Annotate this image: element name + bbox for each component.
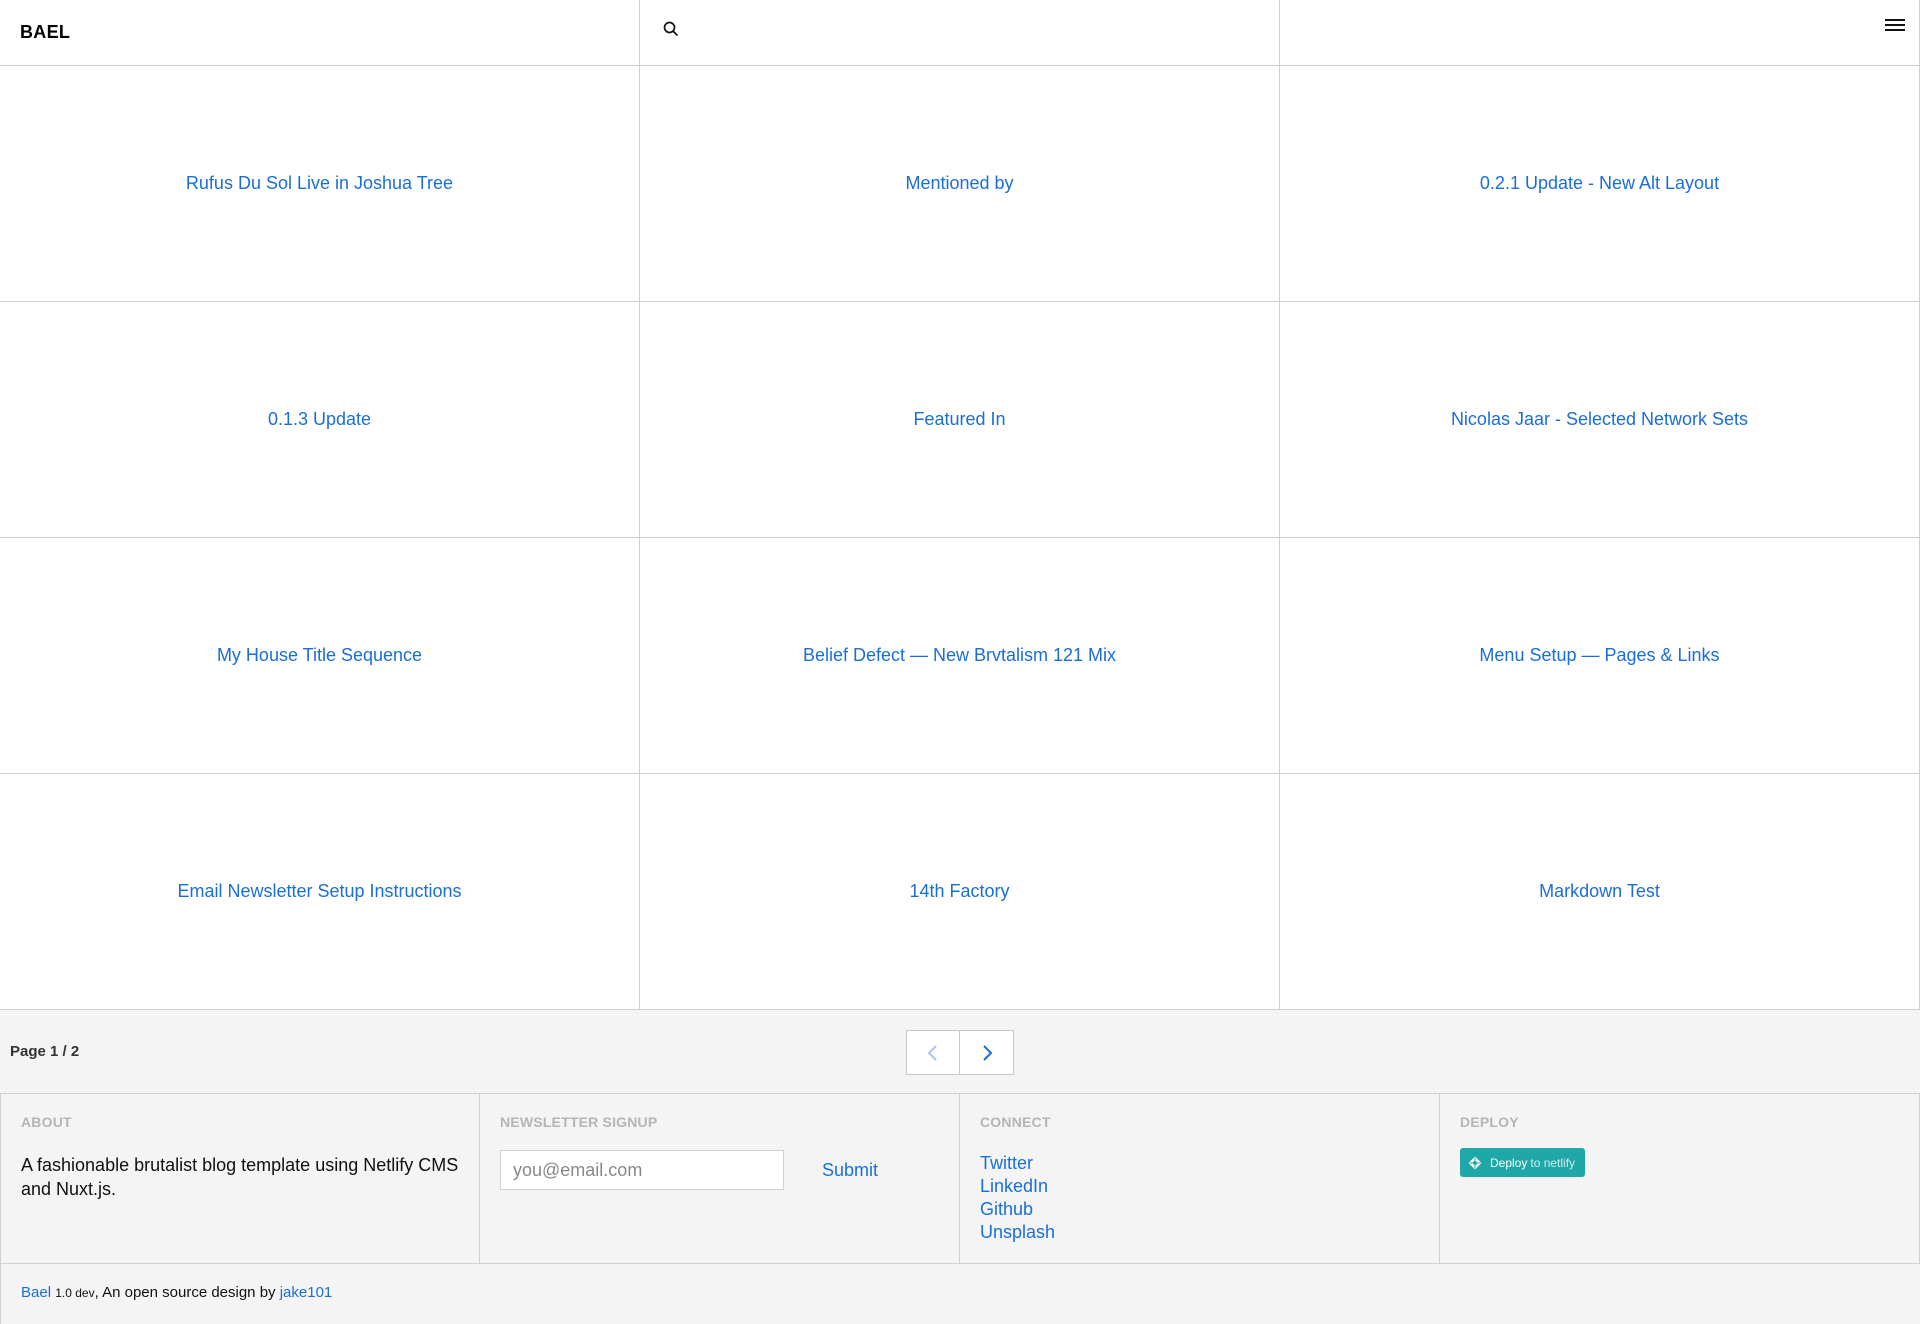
search-icon[interactable] xyxy=(662,20,680,38)
post-tile[interactable]: Markdown Test xyxy=(1280,774,1920,1010)
newsletter-submit-button[interactable]: Submit xyxy=(822,1160,878,1181)
author-link[interactable]: jake101 xyxy=(280,1284,333,1301)
pagination-bar: Page 1 / 2 xyxy=(0,1010,1920,1094)
deploy-to-netlify-button[interactable]: Deploy to netlify xyxy=(1460,1148,1586,1177)
footer-deploy-heading: Deploy xyxy=(1460,1114,1519,1130)
site-logo[interactable]: BAEL xyxy=(20,22,70,43)
unsplash-link[interactable]: Unsplash xyxy=(980,1222,1055,1242)
list-item: LinkedIn xyxy=(980,1175,1419,1198)
header-logo-cell: BAEL xyxy=(0,0,640,65)
post-title-link[interactable]: Belief Defect — New Brvtalism 121 Mix xyxy=(803,645,1116,666)
netlify-logo-icon xyxy=(1468,1156,1482,1169)
list-item: Twitter xyxy=(980,1152,1419,1175)
prev-page-button[interactable] xyxy=(907,1031,961,1074)
hamburger-menu-icon[interactable] xyxy=(1883,16,1907,36)
newsletter-email-input[interactable] xyxy=(500,1150,784,1190)
post-title-link[interactable]: Mentioned by xyxy=(905,173,1013,194)
newsletter-form: Submit xyxy=(500,1150,939,1190)
post-title-link[interactable]: Menu Setup — Pages & Links xyxy=(1479,645,1719,666)
footer-connect-heading: Connect xyxy=(980,1114,1051,1130)
post-tile[interactable]: Email Newsletter Setup Instructions xyxy=(0,774,640,1010)
site-footer: About A fashionable brutalist blog templ… xyxy=(0,1094,1920,1264)
credits-text: , An open source design by xyxy=(94,1284,276,1301)
page-counter: Page 1 / 2 xyxy=(10,1043,80,1060)
post-tile[interactable]: Featured In xyxy=(640,302,1280,538)
post-grid: Rufus Du Sol Live in Joshua Tree Mention… xyxy=(0,66,1920,1010)
footer-newsletter-heading: Newsletter Signup xyxy=(500,1114,658,1130)
post-tile[interactable]: 0.1.3 Update xyxy=(0,302,640,538)
post-tile[interactable]: Belief Defect — New Brvtalism 121 Mix xyxy=(640,538,1280,774)
post-tile[interactable]: 14th Factory xyxy=(640,774,1280,1010)
footer-newsletter: Newsletter Signup Submit xyxy=(480,1094,960,1263)
post-title-link[interactable]: Rufus Du Sol Live in Joshua Tree xyxy=(186,173,453,194)
post-tile[interactable]: Mentioned by xyxy=(640,66,1280,302)
deploy-button-suffix: to netlify xyxy=(1530,1155,1576,1170)
linkedin-link[interactable]: LinkedIn xyxy=(980,1176,1048,1196)
list-item: Unsplash xyxy=(980,1221,1419,1244)
footer-about: About A fashionable brutalist blog templ… xyxy=(0,1094,480,1263)
chevron-right-icon xyxy=(982,1044,992,1061)
post-tile[interactable]: My House Title Sequence xyxy=(0,538,640,774)
post-title-link[interactable]: Markdown Test xyxy=(1539,881,1660,902)
post-title-link[interactable]: My House Title Sequence xyxy=(217,645,422,666)
site-header: BAEL xyxy=(0,0,1920,66)
next-page-button[interactable] xyxy=(960,1031,1013,1074)
post-title-link[interactable]: 14th Factory xyxy=(909,881,1009,902)
deploy-button-label: Deploy xyxy=(1490,1155,1528,1170)
post-title-link[interactable]: Featured In xyxy=(913,409,1005,430)
bael-link[interactable]: Bael xyxy=(21,1284,51,1301)
header-menu-cell xyxy=(1280,0,1920,65)
post-tile[interactable]: Nicolas Jaar - Selected Network Sets xyxy=(1280,302,1920,538)
credits-bar: Bael 1.0 dev, An open source design by j… xyxy=(0,1264,1920,1324)
connect-links: Twitter LinkedIn Github Unsplash xyxy=(980,1152,1419,1244)
post-title-link[interactable]: 0.1.3 Update xyxy=(268,409,371,430)
twitter-link[interactable]: Twitter xyxy=(980,1153,1033,1173)
version-label: 1.0 dev xyxy=(55,1286,95,1300)
post-tile[interactable]: 0.2.1 Update - New Alt Layout xyxy=(1280,66,1920,302)
post-title-link[interactable]: Email Newsletter Setup Instructions xyxy=(177,881,461,902)
post-tile[interactable]: Rufus Du Sol Live in Joshua Tree xyxy=(0,66,640,302)
post-title-link[interactable]: Nicolas Jaar - Selected Network Sets xyxy=(1451,409,1748,430)
list-item: Github xyxy=(980,1198,1419,1221)
page-nav xyxy=(906,1030,1014,1075)
post-title-link[interactable]: 0.2.1 Update - New Alt Layout xyxy=(1480,173,1719,194)
chevron-left-icon xyxy=(927,1044,937,1061)
footer-about-heading: About xyxy=(21,1114,72,1130)
header-search-cell xyxy=(640,0,1280,65)
footer-about-text: A fashionable brutalist blog template us… xyxy=(21,1155,459,1199)
footer-connect: Connect Twitter LinkedIn Github Unsplash xyxy=(960,1094,1440,1263)
github-link[interactable]: Github xyxy=(980,1199,1033,1219)
footer-deploy: Deploy Deploy to netlify xyxy=(1440,1094,1920,1263)
post-tile[interactable]: Menu Setup — Pages & Links xyxy=(1280,538,1920,774)
